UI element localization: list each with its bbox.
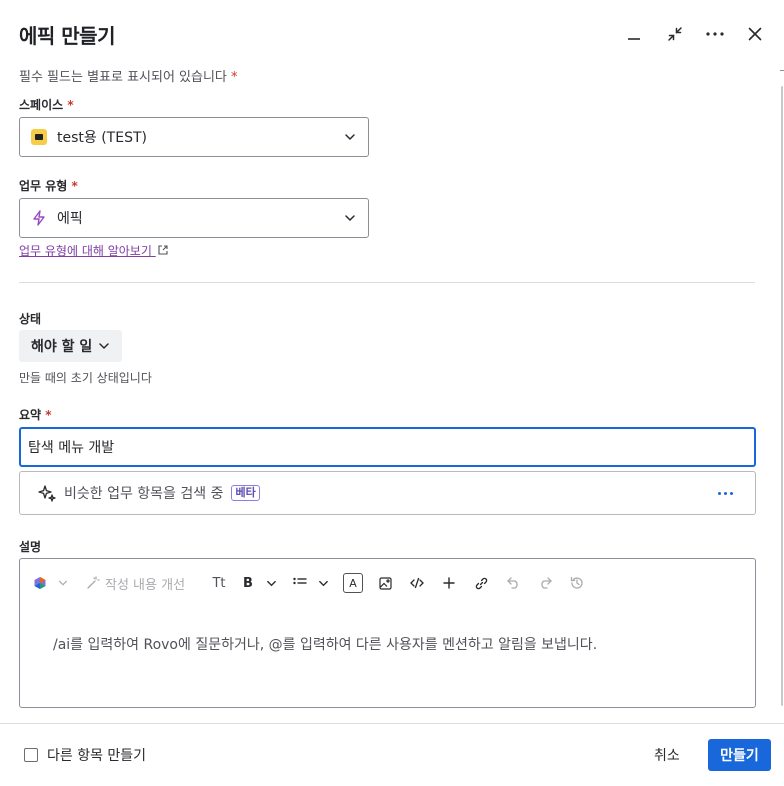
loading-dots-icon bbox=[718, 492, 733, 495]
bold-button[interactable]: B bbox=[242, 573, 254, 593]
status-label: 상태 bbox=[19, 312, 42, 326]
chevron-down-icon bbox=[99, 343, 110, 349]
status-value: 해야 할 일 bbox=[31, 339, 93, 355]
required-note: 필수 필드는 별표로 표시되어 있습니다 * bbox=[19, 66, 238, 85]
more-icon[interactable] bbox=[703, 22, 727, 46]
create-another-checkbox[interactable] bbox=[24, 748, 38, 762]
modal-footer: 다른 항목 만들기 취소 만들기 bbox=[0, 723, 784, 786]
minimize-icon[interactable] bbox=[622, 22, 646, 46]
space-label-text: 스페이스 bbox=[19, 98, 64, 112]
epic-lightning-icon bbox=[33, 210, 45, 226]
similar-items-panel: 비슷한 업무 항목을 검색 중 베타 bbox=[19, 471, 756, 515]
chevron-down-icon bbox=[345, 215, 355, 221]
work-type-label: 업무 유형 * bbox=[19, 177, 78, 194]
modal-header: 에픽 만들기 bbox=[0, 0, 784, 64]
magic-wand-icon bbox=[87, 576, 100, 589]
similar-items-text: 비슷한 업무 항목을 검색 중 bbox=[64, 486, 224, 502]
collapse-icon[interactable] bbox=[663, 22, 687, 46]
learn-link-text: 업무 유형에 대해 알아보기 bbox=[19, 244, 152, 258]
required-asterisk: * bbox=[67, 98, 74, 112]
cancel-button[interactable]: 취소 bbox=[644, 739, 690, 771]
modal-title: 에픽 만들기 bbox=[19, 24, 115, 48]
space-select[interactable]: test용 (TEST) bbox=[19, 117, 369, 157]
image-icon[interactable] bbox=[377, 573, 393, 593]
editor-toolbar: 작성 내용 개선 Tt B A bbox=[20, 569, 755, 597]
scrollbar-top-cap bbox=[780, 70, 784, 76]
required-note-text: 필수 필드는 별표로 표시되어 있습니다 bbox=[19, 70, 227, 85]
work-type-select[interactable]: 에픽 bbox=[19, 198, 369, 238]
work-type-select-value: 에픽 bbox=[57, 211, 83, 227]
redo-icon[interactable] bbox=[537, 573, 553, 593]
ai-sparkle-icon bbox=[38, 485, 56, 502]
chevron-down-icon[interactable] bbox=[264, 573, 278, 593]
text-style-button[interactable]: Tt bbox=[210, 573, 228, 593]
history-icon[interactable] bbox=[569, 573, 585, 593]
required-asterisk: * bbox=[71, 179, 78, 193]
create-button[interactable]: 만들기 bbox=[708, 739, 771, 771]
chevron-down-icon[interactable] bbox=[56, 573, 70, 593]
section-divider bbox=[19, 282, 755, 283]
scrollbar-thumb[interactable] bbox=[781, 86, 783, 706]
chevron-down-icon bbox=[345, 134, 355, 140]
text-color-button[interactable]: A bbox=[343, 573, 363, 593]
improve-writing-button[interactable]: 작성 내용 개선 bbox=[86, 573, 185, 593]
external-link-icon bbox=[158, 245, 168, 255]
chevron-down-icon[interactable] bbox=[316, 573, 330, 593]
description-placeholder: /ai를 입력하여 Rovo에 질문하거나, @를 입력하여 다른 사용자를 멘… bbox=[53, 637, 598, 653]
required-asterisk: * bbox=[231, 70, 238, 85]
learn-work-types-link[interactable]: 업무 유형에 대해 알아보기 bbox=[19, 242, 168, 259]
link-icon[interactable] bbox=[473, 573, 489, 593]
description-label: 설명 bbox=[19, 540, 42, 554]
beta-badge: 베타 bbox=[231, 485, 260, 501]
space-avatar-icon bbox=[31, 129, 47, 145]
space-label: 스페이스 * bbox=[19, 96, 74, 113]
space-select-value: test용 (TEST) bbox=[57, 130, 147, 146]
close-icon[interactable] bbox=[743, 22, 767, 46]
required-asterisk: * bbox=[45, 408, 52, 422]
improve-writing-label: 작성 내용 개선 bbox=[105, 577, 186, 593]
summary-label-text: 요약 bbox=[19, 408, 42, 422]
rovo-icon[interactable] bbox=[32, 573, 48, 593]
bullet-list-icon[interactable] bbox=[292, 573, 308, 593]
summary-label: 요약 * bbox=[19, 406, 52, 423]
code-icon[interactable] bbox=[409, 573, 425, 593]
create-another-label[interactable]: 다른 항목 만들기 bbox=[47, 745, 146, 765]
summary-input[interactable] bbox=[19, 427, 756, 467]
work-type-label-text: 업무 유형 bbox=[19, 179, 68, 193]
description-editor[interactable]: 작성 내용 개선 Tt B A /ai를 입력하여 Rovo에 질문하거나, @… bbox=[19, 558, 756, 708]
status-helper-text: 만들 때의 초기 상태입니다 bbox=[19, 371, 152, 385]
undo-icon[interactable] bbox=[505, 573, 521, 593]
status-dropdown-button[interactable]: 해야 할 일 bbox=[19, 330, 123, 362]
plus-icon[interactable] bbox=[441, 573, 457, 593]
